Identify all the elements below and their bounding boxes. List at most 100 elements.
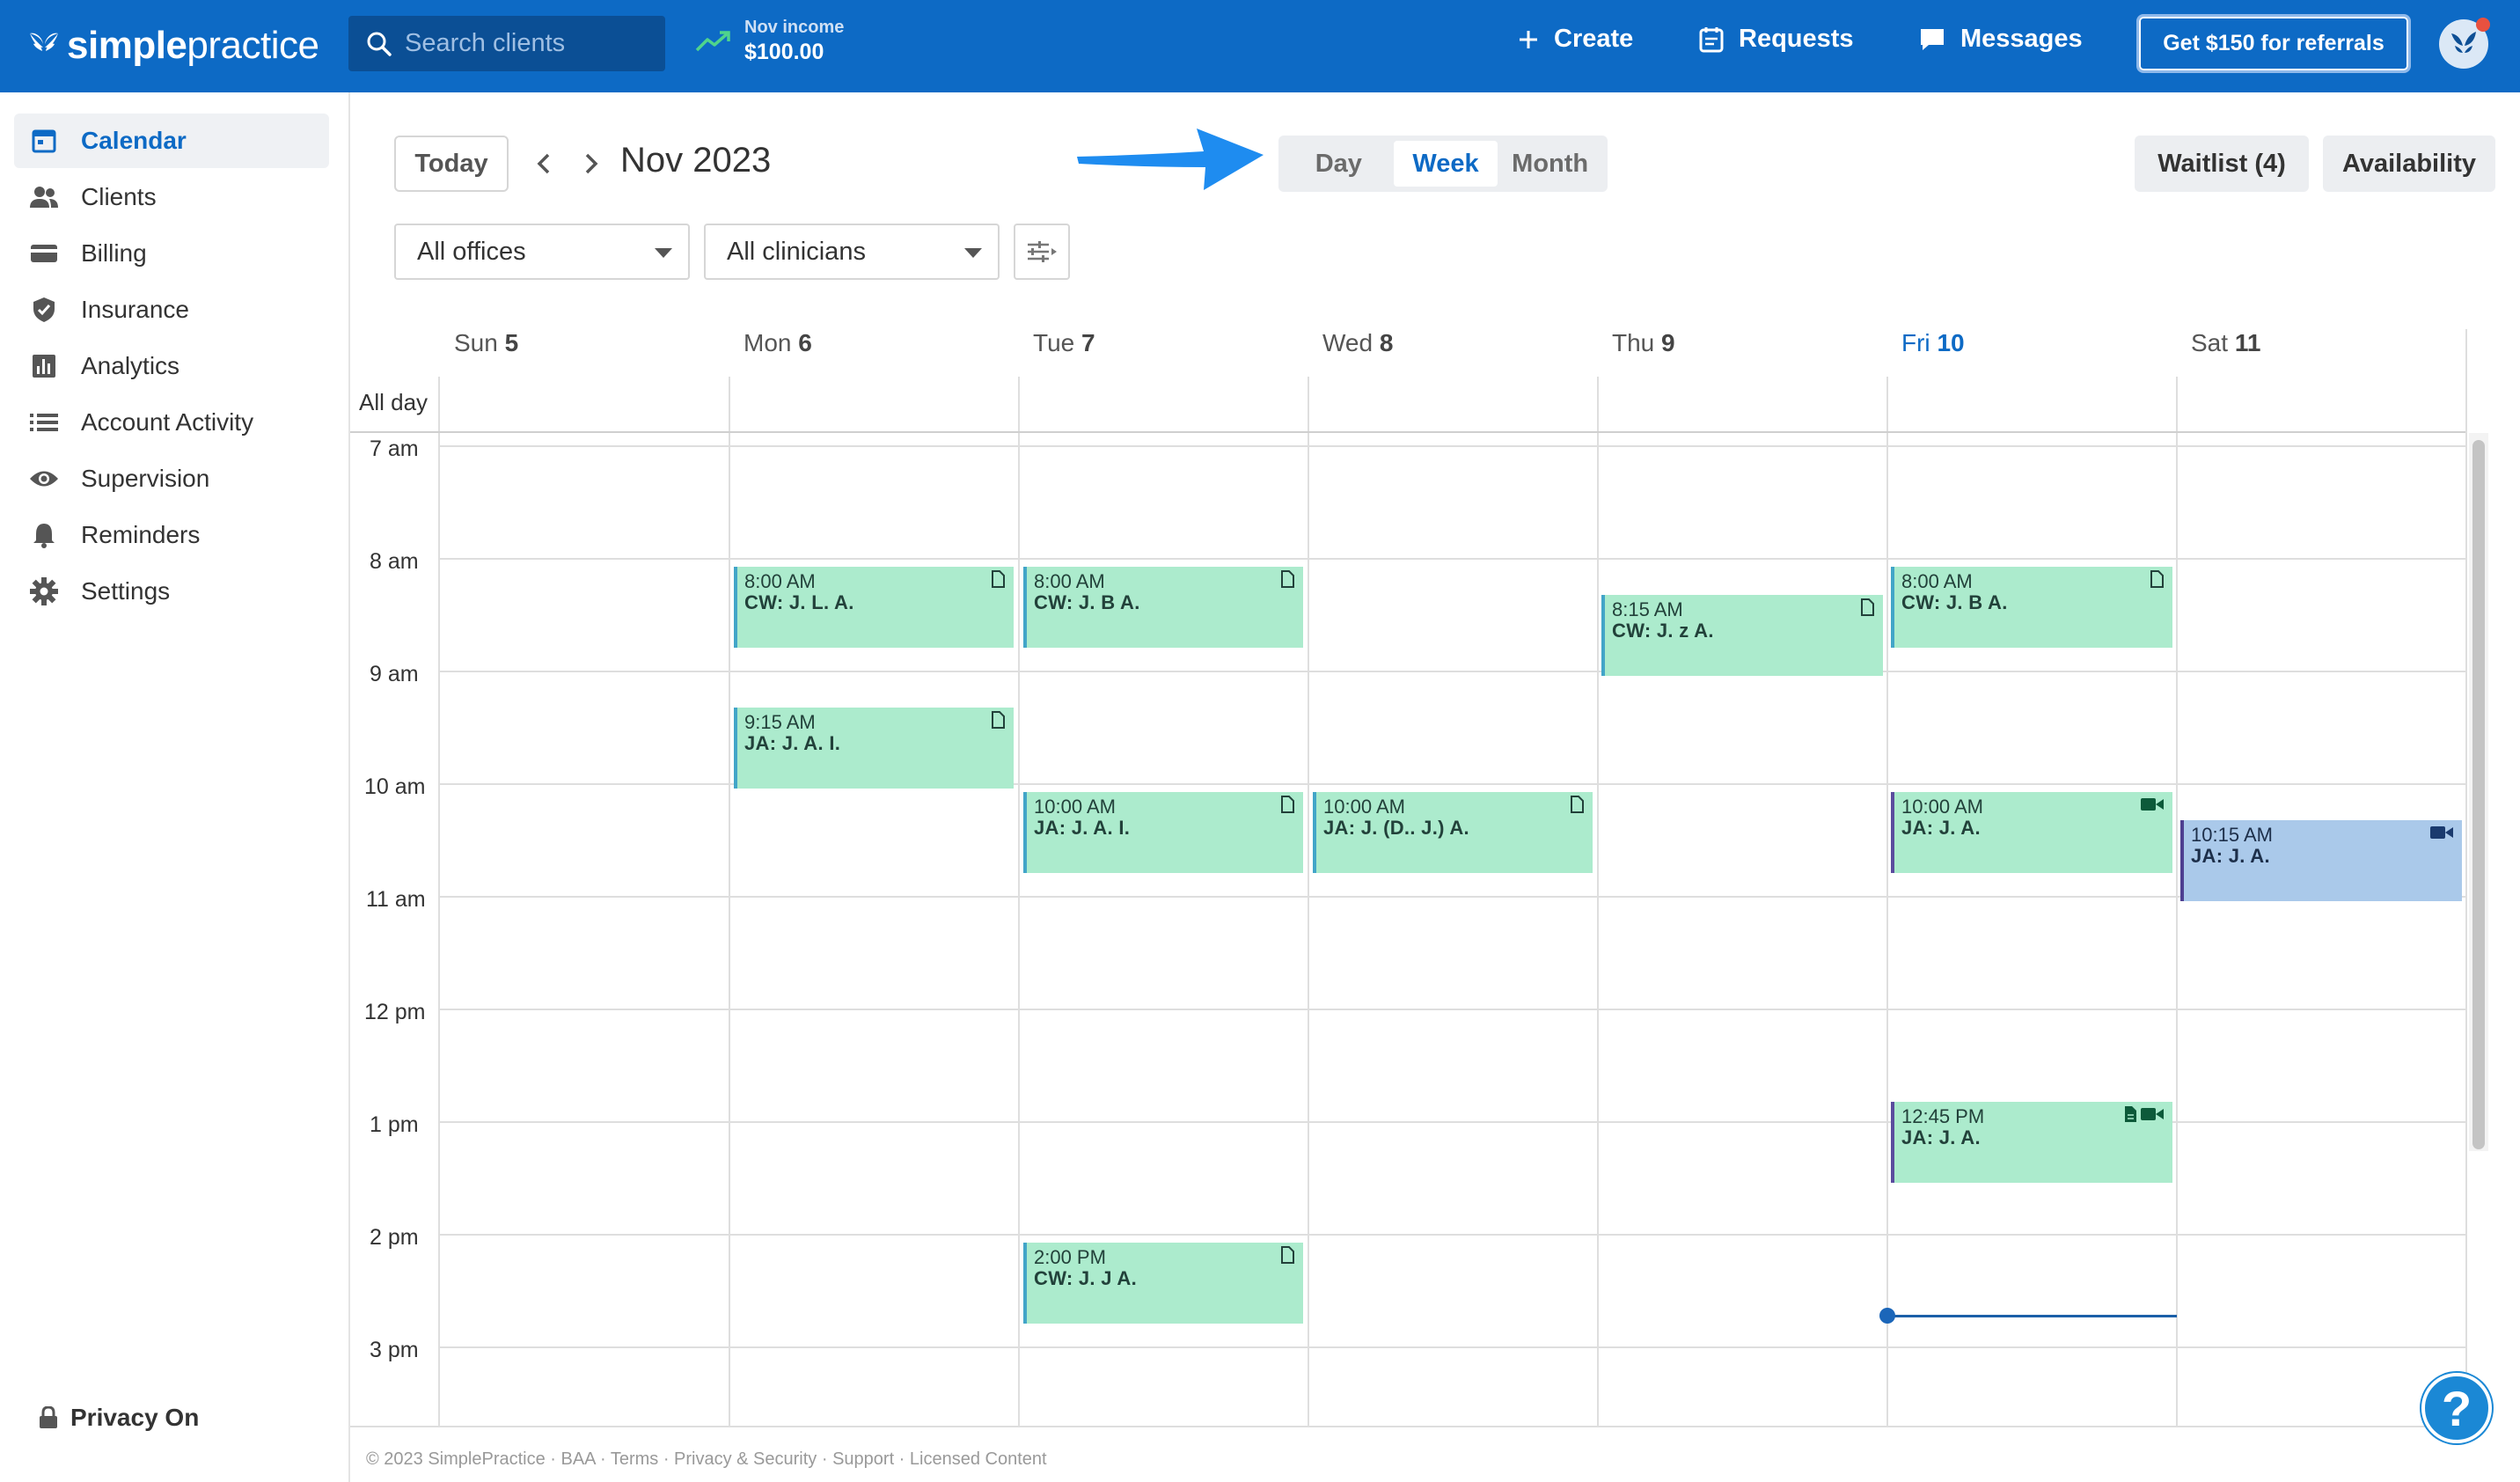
sidebar-item-label: Account Activity <box>81 408 254 436</box>
appointment-block[interactable]: 10:00 AM JA: J. A. I. <box>1023 792 1303 873</box>
appointment-block[interactable]: 12:45 PM JA: J. A. <box>1891 1102 2172 1183</box>
appointment-block[interactable]: 10:00 AM JA: J. (D.. J.) A. <box>1313 792 1593 873</box>
note-icon <box>1570 796 1584 813</box>
sidebar-item-calendar[interactable]: Calendar <box>14 114 329 168</box>
logo-text-simple: simple <box>67 24 187 67</box>
appointment-block[interactable]: 10:15 AM JA: J. A. <box>2180 820 2462 901</box>
all-day-label: All day <box>359 389 429 415</box>
messages-label: Messages <box>1960 25 2083 53</box>
sidebar-item-billing[interactable]: Billing <box>14 226 329 281</box>
top-navigation-bar: simplepractice Nov income $100.00 Create… <box>0 0 2520 92</box>
video-icon <box>2141 797 2164 811</box>
waitlist-button[interactable]: Waitlist (4) <box>2135 136 2309 192</box>
logo-text-practice: practice <box>187 24 319 67</box>
sidebar-item-insurance[interactable]: Insurance <box>14 282 329 337</box>
hour-label: 9 am <box>370 662 419 686</box>
avatar[interactable] <box>2439 18 2490 69</box>
note-icon <box>1280 1246 1294 1264</box>
hour-label: 7 am <box>370 437 419 461</box>
butterfly-logo-icon <box>30 33 58 51</box>
requests-button[interactable]: Requests <box>1698 25 1854 54</box>
hour-label: 2 pm <box>370 1225 419 1250</box>
next-week-button[interactable] <box>575 148 607 180</box>
sidebar-item-settings[interactable]: Settings <box>14 564 329 619</box>
clinician-filter-value: All clinicians <box>727 237 866 266</box>
chevron-down-icon <box>964 248 982 258</box>
prev-week-button[interactable] <box>528 148 560 180</box>
search-input[interactable] <box>405 29 651 58</box>
hour-label: 3 pm <box>370 1338 419 1362</box>
day-header-tue[interactable]: Tue 7 <box>1033 329 1095 357</box>
view-week-button[interactable]: Week <box>1393 141 1498 187</box>
search-box[interactable] <box>348 16 665 71</box>
note-icon <box>2150 570 2164 588</box>
lock-icon <box>40 1406 57 1428</box>
month-title: Nov 2023 <box>620 141 772 180</box>
day-header-wed[interactable]: Wed 8 <box>1322 329 1393 357</box>
requests-label: Requests <box>1739 25 1854 53</box>
hour-label: 12 pm <box>364 1000 426 1024</box>
appointment-block[interactable]: 8:00 AM CW: J. L. A. <box>734 567 1014 648</box>
view-day-button[interactable]: Day <box>1284 141 1394 187</box>
note-icon <box>991 570 1005 588</box>
day-header-mon[interactable]: Mon 6 <box>744 329 812 357</box>
messages-button[interactable]: Messages <box>1918 25 2083 54</box>
help-button[interactable]: ? <box>2421 1373 2492 1443</box>
gear-icon <box>26 574 62 609</box>
sidebar-item-reminders[interactable]: Reminders <box>14 508 329 562</box>
create-button[interactable]: Create <box>1517 25 1633 54</box>
sidebar-item-account-activity[interactable]: Account Activity <box>14 395 329 450</box>
sliders-icon <box>1028 241 1057 262</box>
calendar-request-icon <box>1699 26 1724 52</box>
appointment-block[interactable]: 10:00 AM JA: J. A. <box>1891 792 2172 873</box>
chat-bubble-icon <box>1921 28 1944 50</box>
sidebar-item-label: Supervision <box>81 465 210 492</box>
sidebar-item-clients[interactable]: Clients <box>14 170 329 224</box>
note-icon <box>1860 598 1874 616</box>
privacy-label: Privacy On <box>70 1404 200 1431</box>
simplepractice-logo[interactable]: simple practice <box>26 19 319 72</box>
view-month-button[interactable]: Month <box>1498 141 1602 187</box>
notification-dot <box>2476 18 2490 32</box>
appointment-block[interactable]: 8:00 AM CW: J. B A. <box>1023 567 1303 648</box>
current-time-indicator <box>1886 1315 2177 1317</box>
sidebar-item-label: Analytics <box>81 352 180 379</box>
scrollbar-thumb[interactable] <box>2472 440 2485 1149</box>
privacy-toggle[interactable]: Privacy On <box>39 1404 199 1432</box>
appointment-block[interactable]: 8:00 AM CW: J. B A. <box>1891 567 2172 648</box>
sidebar-item-label: Calendar <box>81 127 187 154</box>
day-header-sun[interactable]: Sun 5 <box>454 329 518 357</box>
appointment-block[interactable]: 2:00 PM CW: J. J A. <box>1023 1243 1303 1324</box>
income-summary[interactable]: Nov income $100.00 <box>695 18 844 65</box>
list-icon <box>26 405 62 440</box>
hour-label: 10 am <box>364 774 426 799</box>
appointment-block[interactable]: 9:15 AM JA: J. A. I. <box>734 708 1014 789</box>
appointment-block[interactable]: 8:15 AM CW: J. z A. <box>1601 595 1883 676</box>
income-label: Nov income <box>744 18 845 37</box>
sidebar-item-label: Billing <box>81 239 147 267</box>
availability-button[interactable]: Availability <box>2323 136 2495 192</box>
today-button[interactable]: Today <box>394 136 509 192</box>
note-icon <box>1280 570 1294 588</box>
sidebar-item-label: Insurance <box>81 296 189 323</box>
sidebar-item-label: Clients <box>81 183 157 210</box>
office-filter-value: All offices <box>417 237 526 266</box>
day-header-sat[interactable]: Sat 11 <box>2191 329 2260 357</box>
income-value: $100.00 <box>744 40 824 64</box>
filter-settings-button[interactable] <box>1014 224 1070 280</box>
sidebar-item-analytics[interactable]: Analytics <box>14 339 329 393</box>
search-icon <box>367 32 392 56</box>
day-header-fri[interactable]: Fri 10 <box>1901 329 1965 357</box>
chevron-left-icon <box>537 153 550 174</box>
sidebar-item-supervision[interactable]: Supervision <box>14 451 329 506</box>
day-header-thu[interactable]: Thu 9 <box>1612 329 1675 357</box>
referral-button[interactable]: Get $150 for referrals <box>2136 14 2411 73</box>
clinician-filter-select[interactable]: All clinicians <box>704 224 1000 280</box>
clients-icon <box>26 180 62 215</box>
office-filter-select[interactable]: All offices <box>394 224 690 280</box>
create-label: Create <box>1554 25 1634 53</box>
bar-chart-icon <box>26 348 62 384</box>
annotation-arrow-icon <box>1077 128 1264 190</box>
view-switcher: Day Week Month <box>1278 136 1608 192</box>
footer-links[interactable]: © 2023 SimplePractice · BAA · Terms · Pr… <box>366 1449 1047 1470</box>
